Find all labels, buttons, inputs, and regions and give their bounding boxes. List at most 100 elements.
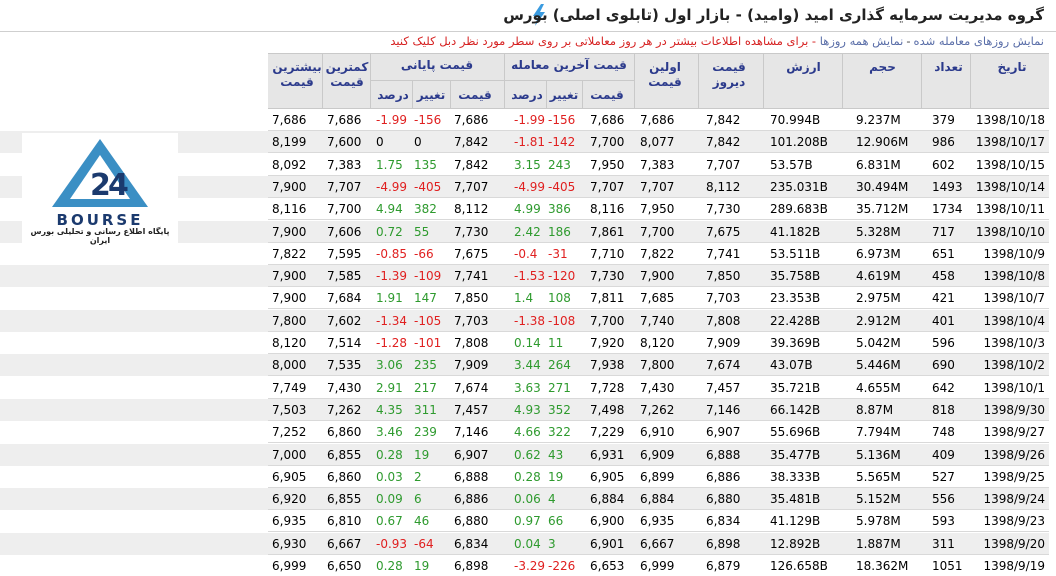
cell-last-price: 7,728: [590, 380, 625, 395]
table-row[interactable]: 1398/10/8 458 4.619M 35.758B 7,850 7,900 7,730…: [268, 265, 1049, 288]
cell-value: 70.994B: [770, 113, 821, 127]
cell-value: 38.333B: [770, 469, 821, 484]
cell-close-price: 7,842: [454, 157, 489, 172]
cell-volume: 5.042M: [856, 336, 901, 350]
cell-close-price: 7,674: [454, 380, 489, 395]
cell-last-change: 352: [548, 402, 571, 417]
cell-close-price: 7,703: [454, 313, 489, 328]
cell-date: 1398/9/19: [983, 559, 1045, 573]
cell-count: 1493: [932, 179, 963, 194]
cell-close-price: 7,842: [454, 135, 489, 150]
cell-close-change: 311: [414, 402, 437, 417]
table-row[interactable]: 1398/10/3 596 5.042M 39.369B 7,909 8,120 7,920…: [268, 332, 1049, 354]
cell-date: 1398/9/25: [983, 469, 1045, 484]
table-row[interactable]: 1398/9/27 748 7.794M 55.696B 6,907 6,910 7,229…: [268, 421, 1049, 444]
cell-volume: 8.87M: [856, 402, 894, 417]
cell-min: 6,860: [327, 469, 362, 484]
svg-text:4: 4: [108, 168, 129, 203]
header-count[interactable]: تعداد: [922, 60, 975, 75]
table-row[interactable]: 1398/9/26 409 5.136M 35.477B 6,888 6,909 6,931…: [268, 443, 1049, 466]
cell-last-pct: -3.29: [514, 559, 546, 573]
table-row[interactable]: 1398/10/17 986 12.906M 101.208B 7,842 8,077 7,…: [268, 131, 1049, 154]
cell-count: 986: [932, 135, 955, 150]
header-yesterday-price[interactable]: قیمت دیروز: [700, 60, 758, 90]
cell-value: 35.477B: [770, 447, 821, 462]
header-volume[interactable]: حجم: [843, 60, 922, 75]
cell-date: 1398/9/20: [983, 536, 1045, 551]
show-all-days-link[interactable]: نمایش همه روزها: [820, 34, 904, 48]
table-row[interactable]: 1398/10/9 651 6.973M 53.511B 7,741 7,822 7,710…: [268, 243, 1049, 265]
header-value[interactable]: ارزش: [764, 60, 843, 75]
header-close-change[interactable]: تغییر: [412, 88, 450, 103]
cell-volume: 5.978M: [856, 514, 901, 529]
cell-count: 409: [932, 447, 955, 462]
cell-yesterday: 7,457: [706, 380, 741, 395]
cell-min: 6,650: [327, 559, 362, 573]
cell-date: 1398/9/27: [983, 425, 1045, 440]
header-last-price[interactable]: قیمت: [582, 88, 632, 103]
cell-last-pct: 0.62: [514, 447, 541, 462]
cell-yesterday: 6,834: [706, 514, 741, 529]
table-row[interactable]: 1398/10/10 717 5.328M 41.182B 7,675 7,700 7,86…: [268, 220, 1049, 243]
table-row[interactable]: 1398/9/24 556 5.152M 35.481B 6,880 6,884 6,884…: [268, 488, 1049, 511]
cell-count: 593: [932, 514, 955, 529]
cell-count: 748: [932, 425, 955, 440]
cell-date: 1398/10/3: [983, 336, 1045, 350]
table-row[interactable]: 1398/9/25 527 5.565M 38.333B 6,886 6,899 6,905…: [268, 466, 1049, 488]
cell-last-pct: 0.14: [514, 336, 541, 350]
header-first-price[interactable]: اولین قیمت: [636, 60, 694, 90]
table-row[interactable]: 1398/10/11 1734 35.712M 289.683B 7,730 7,950 8…: [268, 198, 1049, 221]
cell-date: 1398/10/9: [983, 246, 1045, 261]
header-last-change[interactable]: تغییر: [546, 88, 582, 103]
header-min-price[interactable]: کمترین قیمت: [324, 60, 370, 90]
cell-date: 1398/10/11: [975, 202, 1045, 217]
table-row[interactable]: 1398/10/1 642 4.655M 35.721B 7,457 7,430 7,728…: [268, 377, 1049, 399]
cell-min: 7,684: [327, 291, 362, 306]
cell-last-change: -120: [548, 269, 576, 284]
cell-value: 53.511B: [770, 246, 821, 261]
table-row[interactable]: 1398/10/18 379 9.237M 70.994B 7,842 7,686 7,68…: [268, 109, 1049, 131]
table-row[interactable]: 1398/9/30 818 8.87M 66.142B 7,146 7,262 7,498 3…: [268, 398, 1049, 421]
cell-value: 22.428B: [770, 313, 821, 328]
cell-first: 7,740: [640, 313, 675, 328]
show-traded-days-link[interactable]: نمایش روزهای معامله شده: [914, 34, 1044, 48]
cell-last-change: 4: [548, 492, 556, 507]
header-close-percent[interactable]: درصد: [374, 88, 412, 103]
cell-last-change: -108: [548, 313, 576, 328]
cell-min: 6,855: [327, 447, 362, 462]
table-row[interactable]: 1398/10/15 602 6.831M 53.57B 7,707 7,383 7,950…: [268, 154, 1049, 176]
cell-value: 53.57B: [770, 157, 813, 172]
cell-max: 7,749: [272, 380, 307, 395]
cell-last-change: 108: [548, 291, 571, 306]
table-row[interactable]: 1398/10/7 421 2.975M 23.353B 7,703 7,685 7,811…: [268, 287, 1049, 310]
cell-close-change: -101: [414, 336, 442, 350]
cell-last-pct: 0.06: [514, 492, 541, 507]
header-last-percent[interactable]: درصد: [508, 88, 546, 103]
cell-max: 8,120: [272, 336, 307, 350]
cell-count: 642: [932, 380, 955, 395]
table-row[interactable]: 1398/9/20 311 1.887M 12.892B 6,898 6,667 6,901…: [268, 532, 1049, 555]
table-row[interactable]: 1398/10/2 690 5.446M 43.07B 7,674 7,800 7,938 2…: [268, 354, 1049, 377]
header-close-price[interactable]: قیمت: [450, 88, 500, 103]
cell-first: 8,077: [640, 135, 675, 150]
cell-close-change: 55: [414, 224, 430, 239]
cell-last-change: 43: [548, 447, 564, 462]
cell-close-price: 7,146: [454, 425, 489, 440]
table-row[interactable]: 1398/9/23 593 5.978M 41.129B 6,834 6,935 6,900…: [268, 510, 1049, 533]
cell-close-pct: 3.06: [376, 358, 403, 373]
cell-volume: 6.973M: [856, 246, 901, 261]
cell-close-price: 6,907: [454, 447, 489, 462]
cell-close-price: 7,686: [454, 113, 489, 127]
table-row[interactable]: 1398/10/4 401 2.912M 22.428B 7,808 7,740 7,700…: [268, 309, 1049, 332]
cell-yesterday: 7,842: [706, 135, 741, 150]
cell-count: 379: [932, 113, 955, 127]
header-max-price[interactable]: بیشترین قیمت: [272, 60, 322, 90]
cell-date: 1398/9/24: [983, 492, 1045, 507]
cell-max: 8,199: [272, 135, 307, 150]
table-row[interactable]: 1398/9/19 1051 18.362M 126.658B 6,879 6,999 6,…: [268, 555, 1049, 576]
cell-value: 126.658B: [770, 559, 828, 573]
header-date[interactable]: تاریخ: [975, 60, 1049, 75]
page-title: گروه مدیریت سرمایه گذاری امید (وامید) - …: [503, 6, 1044, 24]
cell-min: 7,686: [327, 113, 362, 127]
table-row[interactable]: 1398/10/14 1493 30.494M 235.031B 8,112 7,707 7…: [268, 175, 1049, 198]
